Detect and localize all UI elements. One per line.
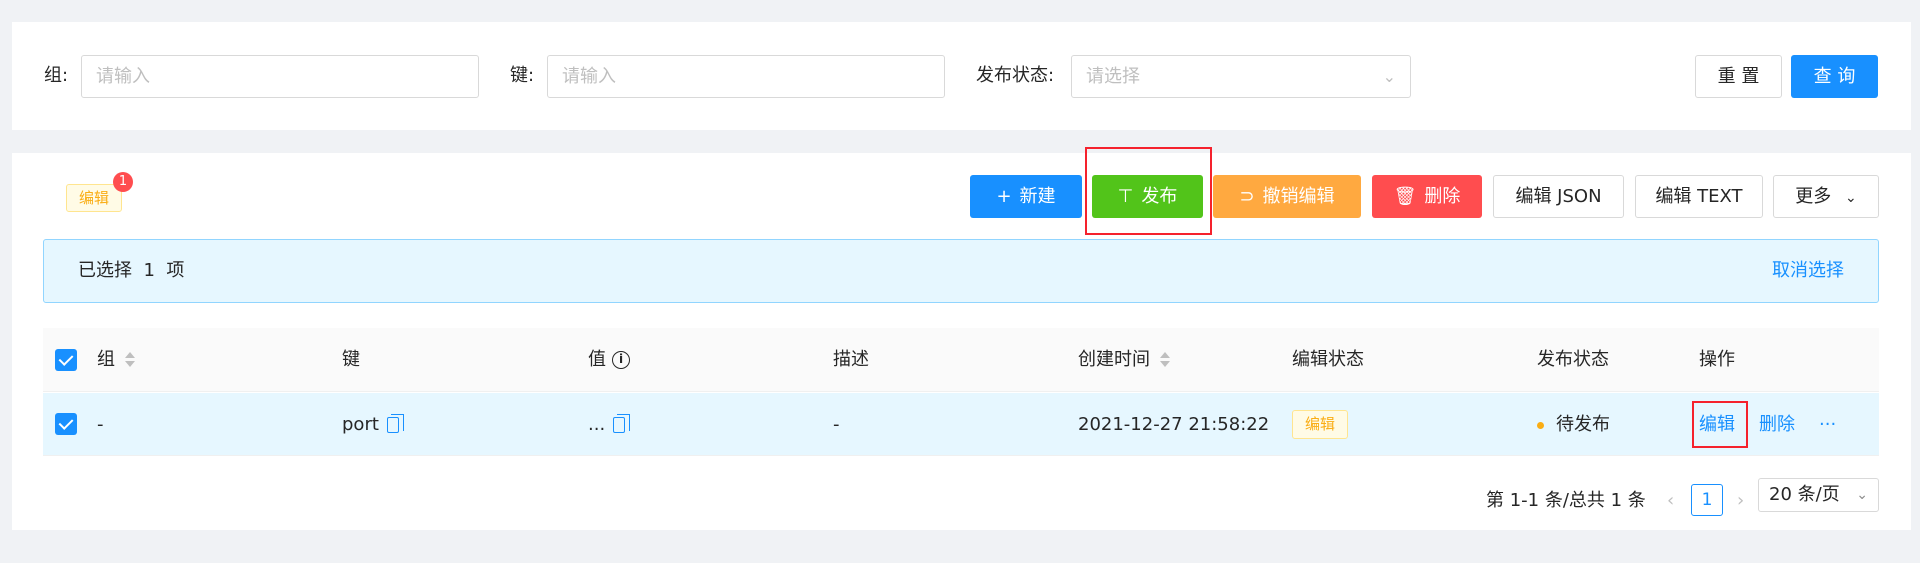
row-group-cell: - (97, 414, 104, 435)
trash-icon: 🗑 (1393, 186, 1417, 207)
select-all-checkbox[interactable] (55, 349, 77, 371)
column-header-actions: 操作 (1699, 349, 1735, 370)
table-header: 组 键 值i 描述 创建时间 编辑状态 发布状态 操作 (43, 328, 1879, 392)
row-key-cell: port (342, 393, 404, 456)
more-button-label: 更多 (1795, 186, 1832, 207)
chevron-down-icon: ⌄ (1382, 67, 1396, 86)
key-filter-label: 键: (510, 65, 535, 86)
table-row: - port ... - 2021-12-27 21:58:22 编辑 待发布 … (43, 393, 1879, 456)
more-dropdown-button[interactable]: 更多 ⌄ (1773, 175, 1879, 218)
column-header-publish-status: 发布状态 (1537, 349, 1609, 370)
column-header-group-label: 组 (97, 349, 115, 370)
column-header-desc: 描述 (833, 349, 869, 370)
copy-icon[interactable] (613, 414, 631, 433)
edit-tab[interactable]: 编辑 (66, 184, 122, 212)
status-filter-placeholder: 请选择 (1086, 66, 1140, 87)
cancel-selection-link[interactable]: 取消选择 (1772, 240, 1844, 302)
edit-text-button[interactable]: 编辑 TEXT (1635, 175, 1763, 218)
publish-button-label: 发布 (1141, 186, 1178, 207)
chevron-down-icon: ⌄ (1856, 487, 1868, 503)
undo-icon: ⊃ (1239, 186, 1255, 207)
sort-icon[interactable] (125, 351, 135, 369)
query-button[interactable]: 查 询 (1791, 55, 1878, 98)
revert-edit-button-label: 撤销编辑 (1262, 186, 1335, 207)
selection-alert: 已选择 1 项 取消选择 (43, 239, 1879, 303)
pagination-total: 第 1-1 条/总共 1 条 (1486, 490, 1646, 511)
copy-icon[interactable] (386, 414, 404, 433)
row-created-cell: 2021-12-27 21:58:22 (1078, 414, 1270, 435)
column-header-key: 键 (342, 349, 360, 370)
table-panel: 编辑 1 + 新建 ⊤ 发布 ⊃ 撤销编辑 🗑 删除 编辑 JSON 编辑 TEXT 更… (12, 147, 1911, 530)
edit-json-button[interactable]: 编辑 JSON (1493, 175, 1624, 218)
status-dot (1537, 421, 1544, 429)
group-filter-label: 组: (44, 65, 69, 86)
sort-icon[interactable] (1160, 351, 1170, 369)
filter-panel: 组: 请输入 键: 请输入 发布状态: 请选择 ⌄ 重 置 查 询 (12, 22, 1911, 130)
status-filter-select[interactable]: 请选择 ⌄ (1071, 55, 1411, 98)
delete-button-label: 删除 (1424, 186, 1461, 207)
row-edit-link[interactable]: 编辑 (1699, 393, 1735, 456)
delete-button[interactable]: 🗑 删除 (1372, 175, 1482, 218)
column-header-created[interactable]: 创建时间 (1078, 328, 1170, 392)
page-size-value: 20 条/页 (1769, 484, 1840, 505)
row-value-text: ... (588, 414, 606, 435)
key-filter-input[interactable]: 请输入 (547, 55, 945, 98)
new-button[interactable]: + 新建 (970, 175, 1082, 218)
info-icon[interactable]: i (612, 351, 630, 369)
upload-icon: ⊤ (1117, 186, 1134, 207)
key-filter-placeholder: 请输入 (562, 66, 616, 87)
prev-page-icon[interactable]: ‹ (1667, 479, 1674, 522)
row-publish-status-cell: 待发布 (1537, 393, 1610, 456)
edit-count-badge: 1 (113, 172, 133, 192)
column-header-created-label: 创建时间 (1078, 349, 1150, 370)
row-publish-status-text: 待发布 (1556, 414, 1610, 435)
column-header-value: 值i (588, 328, 630, 392)
page-size-select[interactable]: 20 条/页 ⌄ (1758, 478, 1879, 512)
plus-icon: + (996, 186, 1012, 207)
status-filter-label: 发布状态: (976, 65, 1055, 86)
group-filter-placeholder: 请输入 (96, 66, 150, 87)
column-header-value-label: 值 (588, 349, 606, 370)
edit-status-tag: 编辑 (1292, 410, 1348, 439)
column-header-edit-status: 编辑状态 (1292, 349, 1364, 370)
revert-edit-button[interactable]: ⊃ 撤销编辑 (1213, 175, 1361, 218)
row-value-cell: ... (588, 393, 631, 456)
publish-button[interactable]: ⊤ 发布 (1092, 175, 1203, 218)
new-button-label: 新建 (1019, 186, 1056, 207)
row-checkbox[interactable] (55, 413, 77, 435)
row-desc-cell: - (833, 414, 840, 435)
selected-count-text: 已选择 1 项 (78, 260, 185, 281)
group-filter-input[interactable]: 请输入 (81, 55, 479, 98)
page-1-button[interactable]: 1 (1691, 484, 1723, 516)
next-page-icon[interactable]: › (1737, 479, 1744, 522)
row-key-text: port (342, 414, 379, 435)
column-header-group[interactable]: 组 (97, 328, 135, 392)
reset-button[interactable]: 重 置 (1695, 55, 1782, 98)
row-delete-link[interactable]: 删除 (1759, 393, 1795, 456)
chevron-down-icon: ⌄ (1845, 190, 1857, 206)
row-more-icon[interactable]: ··· (1819, 393, 1836, 456)
